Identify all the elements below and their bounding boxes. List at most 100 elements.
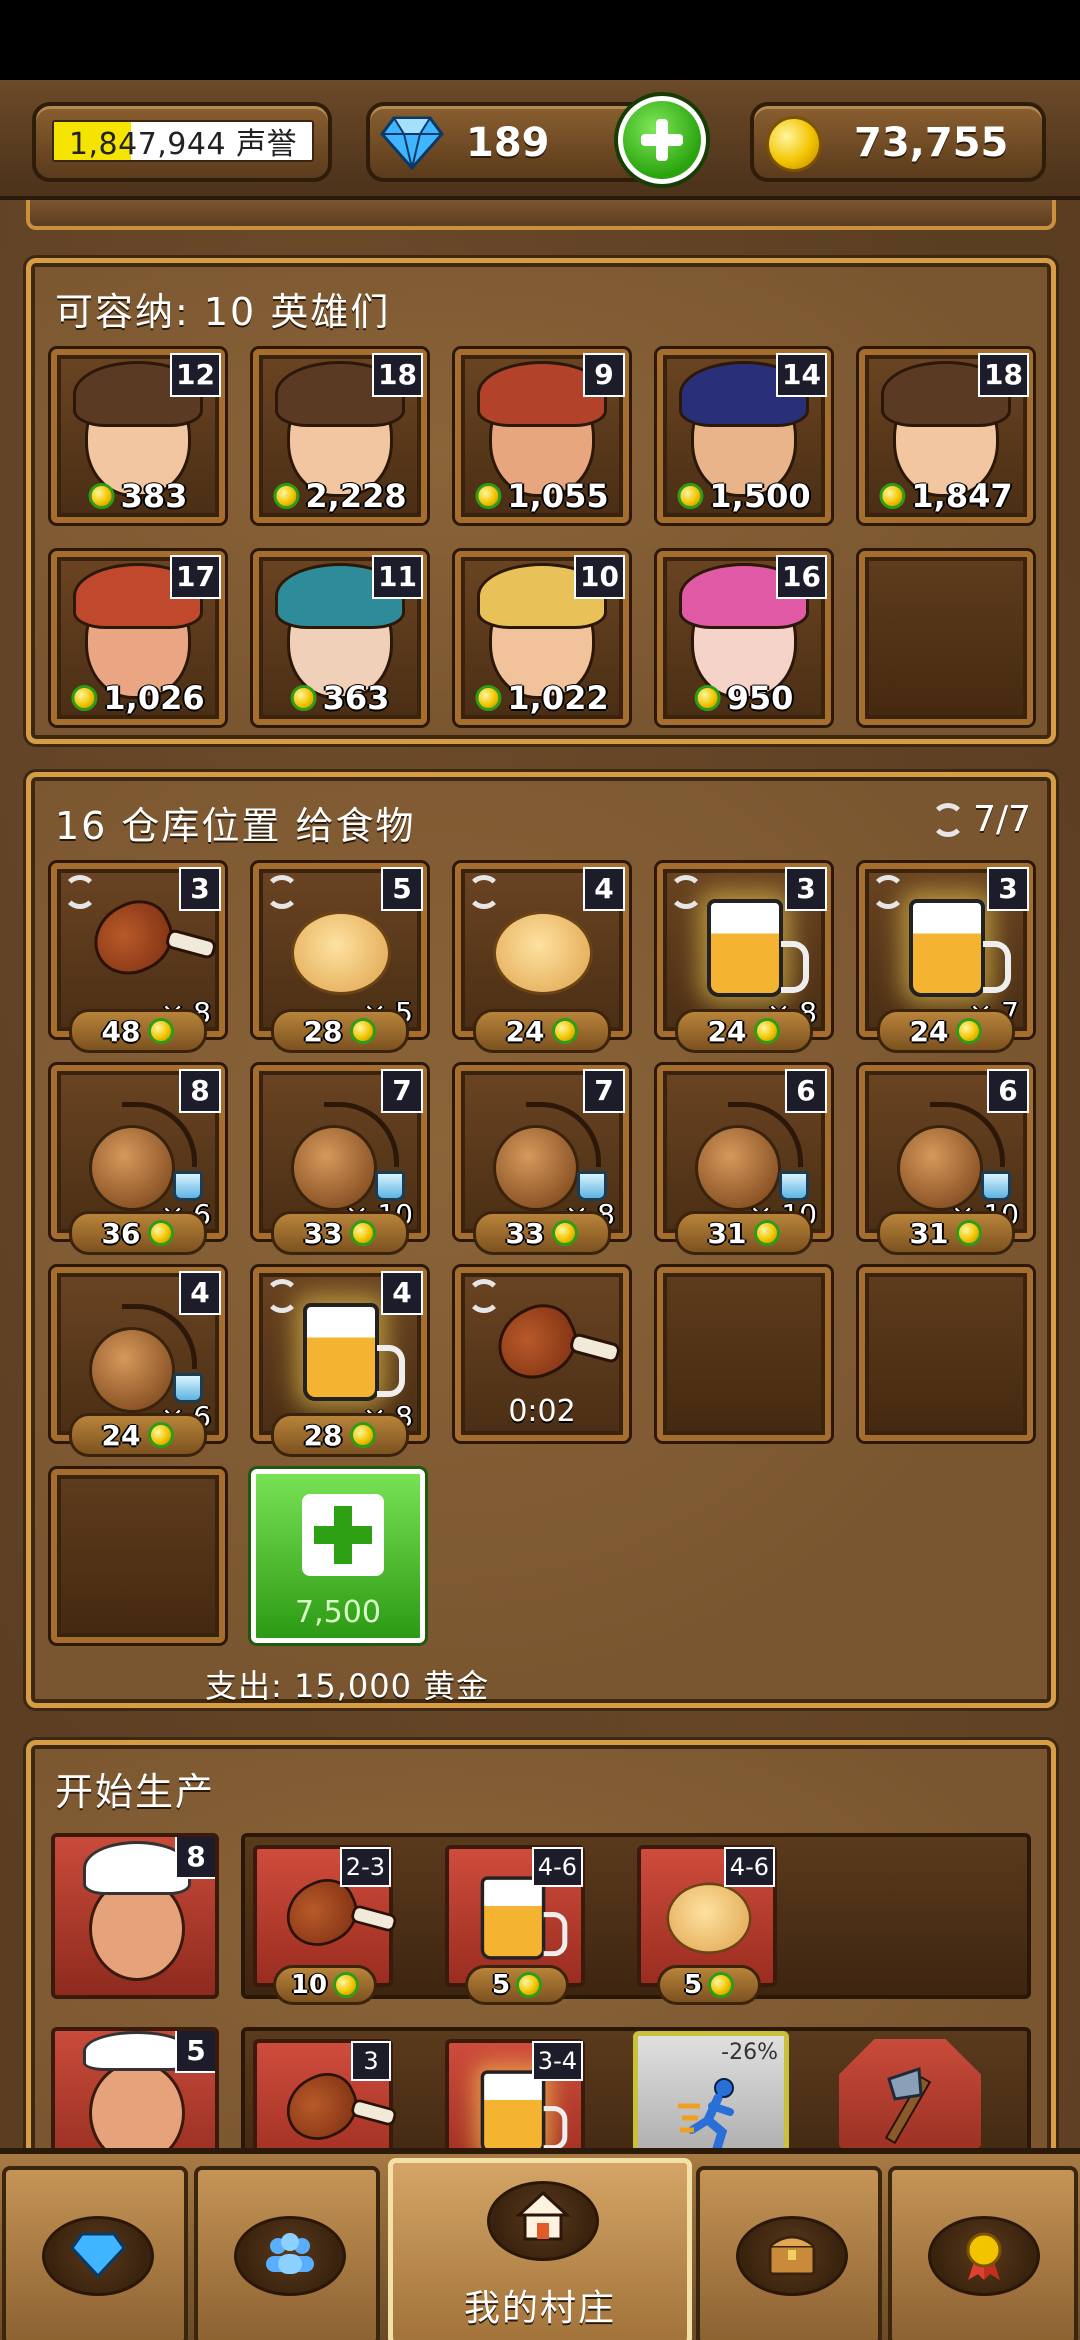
buy-gems-button[interactable] xyxy=(618,96,706,184)
hero-card[interactable]: 11 363 xyxy=(253,551,427,725)
nav-shop-tab[interactable] xyxy=(2,2166,188,2340)
food-price: 33 xyxy=(271,1211,409,1255)
food-price-value: 24 xyxy=(909,1014,949,1048)
food-price-value: 24 xyxy=(101,1418,141,1452)
nav-village-label: 我的村庄 xyxy=(463,2288,616,2329)
coin-icon xyxy=(148,1018,175,1044)
refresh-icon xyxy=(669,875,703,909)
hero-card[interactable]: 9 1,055 xyxy=(455,349,629,523)
hero-level-badge: 17 xyxy=(170,555,221,599)
hero-level-badge: 9 xyxy=(583,353,625,397)
coin-icon xyxy=(88,483,115,509)
hero-cost-value: 1,022 xyxy=(507,679,609,717)
hero-cost-value: 1,055 xyxy=(507,477,609,515)
food-timer: 0:02 xyxy=(508,1394,576,1429)
cook-worker-portrait[interactable]: 8 xyxy=(51,1833,219,1999)
coin-icon xyxy=(148,1422,175,1448)
cost-value: 5 xyxy=(683,1970,703,2000)
resource-bar: 1,847,944 声誉 189 73,755 xyxy=(0,80,1080,200)
plus-icon xyxy=(302,1494,384,1576)
coin-icon xyxy=(694,685,721,711)
heroes-icon xyxy=(266,2233,314,2274)
production-panel-title: 开始生产 xyxy=(55,1770,216,1814)
coin-icon xyxy=(350,1220,377,1246)
nav-achievements-tab[interactable] xyxy=(888,2166,1078,2340)
coin-icon xyxy=(956,1220,983,1246)
hero-cost-value: 950 xyxy=(726,679,794,717)
coin-icon xyxy=(708,1972,735,1998)
add-storage-slot-button[interactable]: 7,500 xyxy=(251,1469,425,1643)
gold-pill[interactable]: 73,755 xyxy=(750,102,1046,182)
beer-mug-icon xyxy=(707,899,809,997)
cup-icon xyxy=(375,1171,405,1201)
hero-card[interactable]: 12 383 xyxy=(51,349,225,523)
coin-icon xyxy=(475,483,502,509)
food-price-value: 28 xyxy=(303,1014,343,1048)
food-price-value: 33 xyxy=(303,1216,343,1250)
produce-biscuit-card[interactable]: 4-6 5 xyxy=(637,1845,777,2005)
hero-level-badge: 12 xyxy=(170,353,221,397)
heroes-panel-title: 可容纳: 10 英雄们 xyxy=(55,290,391,334)
hero-cost: 1,026 xyxy=(71,679,205,717)
coin-icon xyxy=(677,483,704,509)
heroes-panel: 可容纳: 10 英雄们 12 383 18 2,228 9 1,055 14 1,500 18 1… xyxy=(26,258,1056,744)
food-level-badge: 3 xyxy=(179,867,221,911)
food-price: 28 xyxy=(271,1009,409,1053)
empty-food-slot[interactable] xyxy=(859,1267,1033,1441)
food-level-badge: 4 xyxy=(381,1271,423,1315)
yield-range: 4-6 xyxy=(531,1847,583,1887)
food-price-value: 31 xyxy=(909,1216,949,1250)
food-level-badge: 4 xyxy=(179,1271,221,1315)
food-price-value: 36 xyxy=(101,1216,141,1250)
yield-range: 4-6 xyxy=(723,1847,775,1887)
food-price-value: 33 xyxy=(505,1216,545,1250)
hero-level-badge: 18 xyxy=(978,353,1029,397)
hero-cost-value: 1,026 xyxy=(103,679,205,717)
produce-beer-card[interactable]: 4-6 5 xyxy=(445,1845,585,2005)
coin-icon xyxy=(754,1220,781,1246)
nav-village-tab[interactable]: 我的村庄 xyxy=(388,2158,692,2340)
hero-card[interactable]: 17 1,026 xyxy=(51,551,225,725)
biscuit-icon xyxy=(666,1882,752,1954)
previous-panel-edge xyxy=(26,200,1056,230)
food-price: 28 xyxy=(271,1413,409,1457)
empty-food-slot[interactable] xyxy=(657,1267,831,1441)
add-slot-price: 7,500 xyxy=(295,1595,381,1630)
food-level-badge: 7 xyxy=(381,1069,423,1113)
reputation-pill[interactable]: 1,847,944 声誉 xyxy=(32,102,332,182)
medal-icon xyxy=(966,2232,1002,2280)
refresh-counter[interactable]: 7/7 xyxy=(931,799,1031,840)
status-bar-area xyxy=(0,0,1080,80)
empty-food-slot[interactable] xyxy=(51,1469,225,1643)
food-price: 31 xyxy=(877,1211,1015,1255)
refresh-icon xyxy=(63,875,97,909)
bottom-navigation: 我的村庄 xyxy=(0,2148,1080,2340)
food-level-badge: 4 xyxy=(583,867,625,911)
hero-card[interactable]: 14 1,500 xyxy=(657,349,831,523)
reputation-progress-bar: 1,847,944 声誉 xyxy=(52,120,314,162)
food-panel-title: 16 仓库位置 给食物 xyxy=(55,804,416,848)
food-storage-panel: 16 仓库位置 给食物 7/7 3× 8485× 5284243× 8243× … xyxy=(26,772,1056,1708)
coin-icon xyxy=(350,1422,377,1448)
hero-cost: 1,847 xyxy=(879,477,1013,515)
produce-chicken-card[interactable]: 2-3 10 xyxy=(253,1845,393,2005)
production-track-1: 2-3 10 4-6 5 4-6 5 xyxy=(241,1833,1031,2005)
hero-card[interactable]: 16 950 xyxy=(657,551,831,725)
production-cost: 5 xyxy=(465,1965,569,2005)
nav-heroes-tab[interactable] xyxy=(194,2166,380,2340)
nav-chest-tab[interactable] xyxy=(696,2166,882,2340)
hero-card[interactable]: 10 1,022 xyxy=(455,551,629,725)
hero-card[interactable]: 18 1,847 xyxy=(859,349,1033,523)
hero-card[interactable]: 18 2,228 xyxy=(253,349,427,523)
chest-icon xyxy=(768,2235,816,2276)
food-level-badge: 5 xyxy=(381,867,423,911)
hero-level-badge: 11 xyxy=(372,555,423,599)
food-slot[interactable]: 0:02 xyxy=(455,1267,629,1441)
hero-level-badge: 10 xyxy=(574,555,625,599)
chicken-leg-icon xyxy=(485,1293,589,1391)
cost-value: 5 xyxy=(491,1970,511,2000)
coin-icon xyxy=(956,1018,983,1044)
food-price: 24 xyxy=(69,1413,207,1457)
refresh-icon xyxy=(467,1279,501,1313)
gems-value: 189 xyxy=(466,120,550,166)
